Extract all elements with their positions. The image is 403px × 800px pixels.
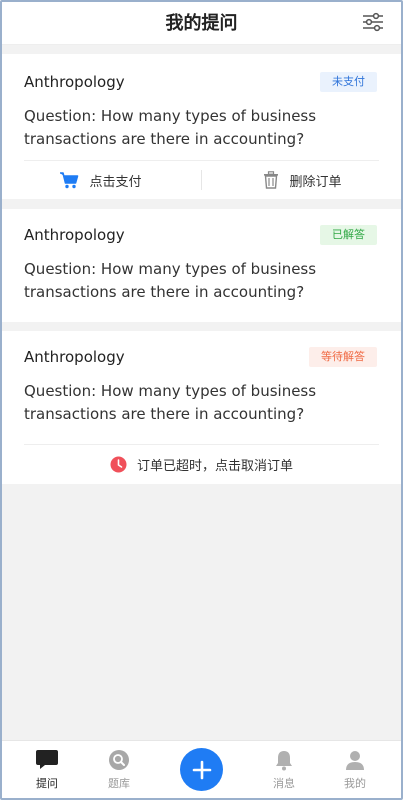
tab-question-bank[interactable]: 题库 <box>89 749 149 791</box>
status-badge: 等待解答 <box>309 347 377 367</box>
status-badge: 已解答 <box>320 225 377 245</box>
order-card[interactable]: Anthropology 已解答 Question: How many type… <box>0 209 403 322</box>
tab-label: 我的 <box>344 777 366 790</box>
delete-label: 删除订单 <box>289 174 342 190</box>
person-icon <box>346 751 364 770</box>
tab-label: 题库 <box>108 777 130 790</box>
subject-label: Anthropology <box>24 73 125 91</box>
question-text: Question: How many types of business tra… <box>24 382 317 423</box>
pay-button[interactable]: 点击支付 <box>0 171 201 190</box>
trash-icon <box>264 171 279 189</box>
question-text: Question: How many types of business tra… <box>24 107 317 148</box>
tab-label: 消息 <box>273 777 295 790</box>
clock-icon <box>110 456 127 472</box>
tab-ask[interactable]: 提问 <box>17 749 77 791</box>
subject-label: Anthropology <box>24 226 125 244</box>
bell-icon <box>276 751 292 771</box>
delete-order-button[interactable]: 删除订单 <box>202 171 403 190</box>
tab-label: 提问 <box>36 777 58 790</box>
timeout-notice[interactable]: 订单已超时，点击取消订单 <box>0 445 403 483</box>
order-actions: 点击支付 删除订单 <box>0 161 403 199</box>
search-icon <box>109 750 129 770</box>
subject-label: Anthropology <box>24 348 125 366</box>
order-card[interactable]: Anthropology 未支付 Question: How many type… <box>0 54 403 199</box>
tab-profile[interactable]: 我的 <box>325 749 385 791</box>
timeout-text: 订单已超时，点击取消订单 <box>136 458 293 474</box>
bottom-tab-bar: 提问 题库 消息 我的 <box>0 740 403 800</box>
page-title: 我的提问 <box>165 13 238 34</box>
chat-bubble-icon <box>36 750 58 769</box>
top-bar: 我的提问 <box>0 0 403 45</box>
pay-label: 点击支付 <box>89 174 142 190</box>
status-badge: 未支付 <box>320 72 377 92</box>
cancel-order-link[interactable]: 订单已超时，点击取消订单 <box>0 455 403 474</box>
order-card[interactable]: Anthropology 等待解答 Question: How many typ… <box>0 331 403 484</box>
sliders-icon <box>363 12 383 32</box>
add-question-button[interactable] <box>180 748 223 791</box>
filter-button[interactable] <box>361 11 385 33</box>
question-text: Question: How many types of business tra… <box>24 260 317 301</box>
tab-messages[interactable]: 消息 <box>254 749 314 791</box>
plus-icon <box>192 760 211 779</box>
cart-icon <box>60 172 79 189</box>
